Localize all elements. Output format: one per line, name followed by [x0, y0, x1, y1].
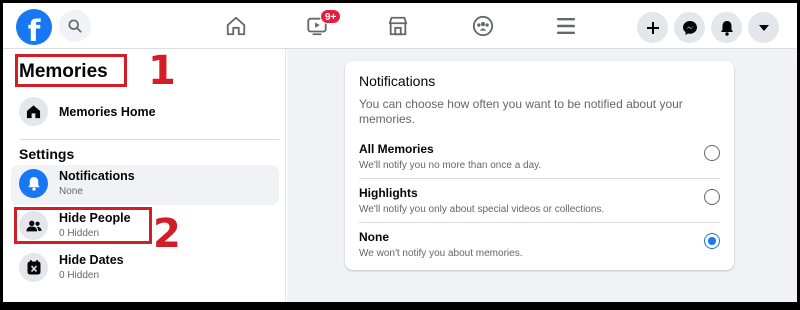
option-description: We won't notify you about memories.: [359, 248, 523, 259]
watch-badge: 9+: [320, 9, 342, 24]
radio-all-memories[interactable]: [704, 145, 720, 161]
account-caret-icon: [758, 24, 769, 31]
notifications-button[interactable]: [711, 12, 742, 43]
account-button[interactable]: [748, 12, 779, 43]
sidebar-item-status: None: [59, 186, 83, 197]
sidebar-divider: [19, 139, 279, 140]
create-icon: [646, 21, 659, 34]
sidebar-item-status: 0 Hidden: [59, 270, 100, 281]
sidebar-item-notifications[interactable]: Notifications None: [11, 165, 279, 205]
notifications-icon-circle: [19, 169, 48, 198]
option-label: None: [359, 230, 389, 244]
groups-icon: [472, 15, 494, 37]
notifications-settings-card: Notifications You can choose how often y…: [345, 61, 734, 270]
option-description: We'll notify you only about special vide…: [359, 204, 605, 215]
option-label: All Memories: [359, 142, 434, 156]
facebook-logo[interactable]: f: [16, 9, 52, 45]
messenger-icon: [682, 20, 697, 35]
sidebar-item-memories-home[interactable]: Memories Home: [11, 93, 279, 133]
marketplace-icon: [388, 16, 408, 36]
option-description: We'll notify you no more than once a day…: [359, 160, 542, 171]
sidebar: Memories Memories Home Settings Notifica…: [3, 49, 286, 302]
radio-highlights[interactable]: [704, 189, 720, 205]
create-button[interactable]: [637, 12, 668, 43]
main-content: Notifications You can choose how often y…: [287, 49, 797, 302]
app-window: f 9+ Memories Memories Home Settings Not…: [3, 3, 797, 302]
memories-home-icon-circle: [19, 97, 48, 126]
nav-marketplace[interactable]: [368, 8, 428, 44]
option-divider: [359, 178, 720, 179]
search-button[interactable]: [59, 10, 91, 42]
option-divider: [359, 222, 720, 223]
nav-menu[interactable]: [536, 8, 596, 44]
home-icon: [226, 16, 246, 36]
option-label: Highlights: [359, 186, 418, 200]
settings-heading: Settings: [19, 146, 75, 162]
messenger-button[interactable]: [674, 12, 705, 43]
card-title: Notifications: [359, 73, 436, 89]
sidebar-item-label: Memories Home: [59, 105, 156, 119]
sidebar-item-label: Hide Dates: [59, 253, 124, 267]
menu-icon: [557, 18, 575, 34]
option-all-memories[interactable]: All Memories We'll notify you no more th…: [345, 134, 734, 178]
top-navigation: f 9+: [3, 3, 797, 49]
radio-none[interactable]: [704, 233, 720, 249]
search-icon: [68, 19, 82, 33]
notifications-icon: [720, 20, 733, 36]
hide-dates-icon-circle: [19, 253, 48, 282]
sidebar-item-hide-dates[interactable]: Hide Dates 0 Hidden: [11, 249, 279, 289]
nav-groups[interactable]: [453, 8, 513, 44]
option-none[interactable]: None We won't notify you about memories.: [345, 222, 734, 266]
annotation-box-1: [15, 54, 127, 87]
option-highlights[interactable]: Highlights We'll notify you only about s…: [345, 178, 734, 222]
annotation-box-2: [14, 207, 152, 244]
annotation-number-1: 1: [148, 48, 176, 94]
nav-home[interactable]: [206, 8, 266, 44]
bell-icon: [27, 176, 40, 191]
nav-watch[interactable]: 9+: [287, 8, 347, 44]
home-icon: [26, 105, 41, 119]
sidebar-item-label: Notifications: [59, 169, 135, 183]
calendar-x-icon: [27, 260, 40, 275]
card-description: You can choose how often you want to be …: [359, 97, 683, 126]
annotation-number-2: 2: [153, 211, 181, 257]
